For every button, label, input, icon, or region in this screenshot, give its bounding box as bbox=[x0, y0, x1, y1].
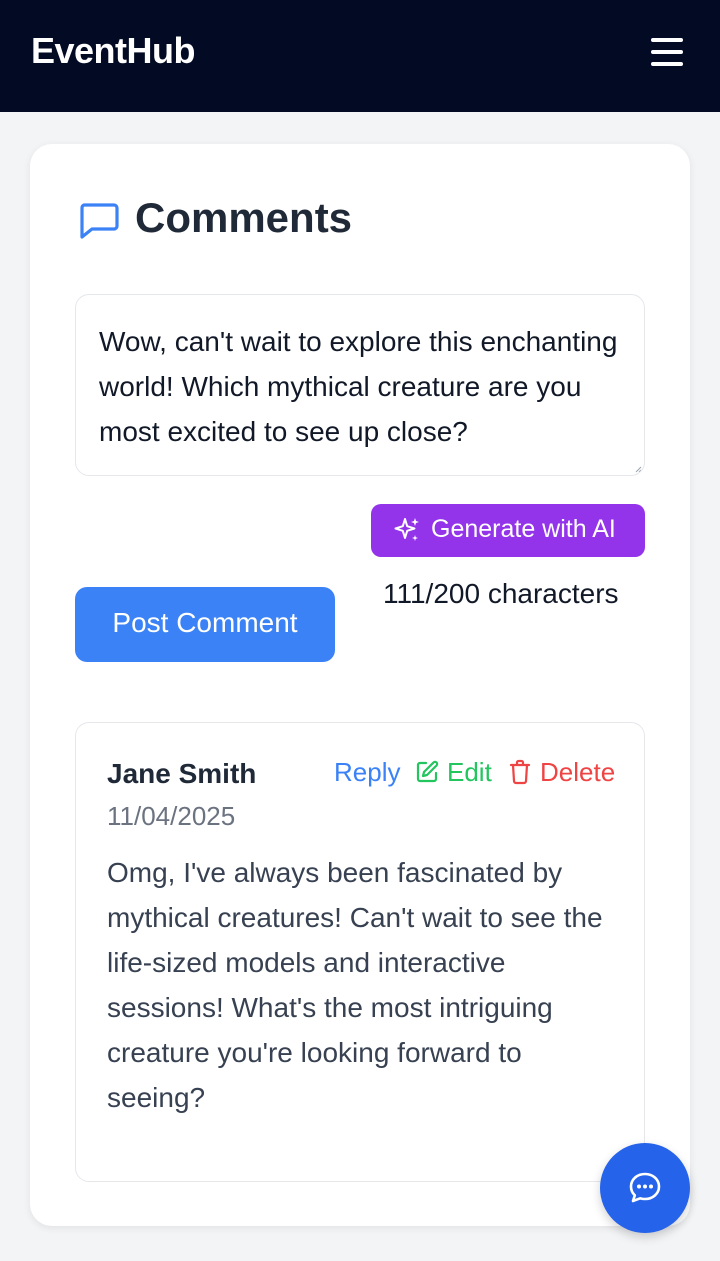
trash-icon bbox=[509, 759, 531, 785]
brand-logo[interactable]: EventHub bbox=[31, 30, 196, 72]
hamburger-menu-icon[interactable] bbox=[648, 36, 686, 68]
edit-label: Edit bbox=[447, 757, 492, 787]
section-title: Comments bbox=[135, 194, 353, 241]
edit-icon bbox=[416, 760, 439, 783]
sparkles-icon bbox=[394, 518, 419, 541]
chat-dots-icon bbox=[629, 1172, 661, 1203]
chat-bubble-icon bbox=[80, 203, 119, 239]
comment-input[interactable]: Wow, can't wait to explore this enchanti… bbox=[75, 294, 645, 476]
delete-label: Delete bbox=[540, 757, 616, 787]
generate-with-ai-label: Generate with AI bbox=[431, 515, 616, 543]
comment-author: Jane Smith bbox=[107, 758, 257, 789]
post-comment-button[interactable]: Post Comment bbox=[75, 587, 335, 662]
comment-body: Omg, I've always been fascinated by myth… bbox=[107, 857, 603, 1113]
resize-handle-icon[interactable] bbox=[634, 465, 642, 473]
reply-button[interactable]: Reply bbox=[334, 757, 400, 788]
generate-with-ai-button[interactable]: Generate with AI bbox=[371, 504, 645, 557]
chat-fab-button[interactable] bbox=[600, 1143, 690, 1233]
top-navbar: EventHub bbox=[0, 0, 720, 112]
comment-input-value[interactable]: Wow, can't wait to explore this enchanti… bbox=[99, 319, 619, 454]
comment-date: 11/04/2025 bbox=[107, 801, 236, 831]
character-count: 111/200 characters bbox=[383, 578, 619, 609]
post-comment-label: Post Comment bbox=[112, 607, 298, 638]
